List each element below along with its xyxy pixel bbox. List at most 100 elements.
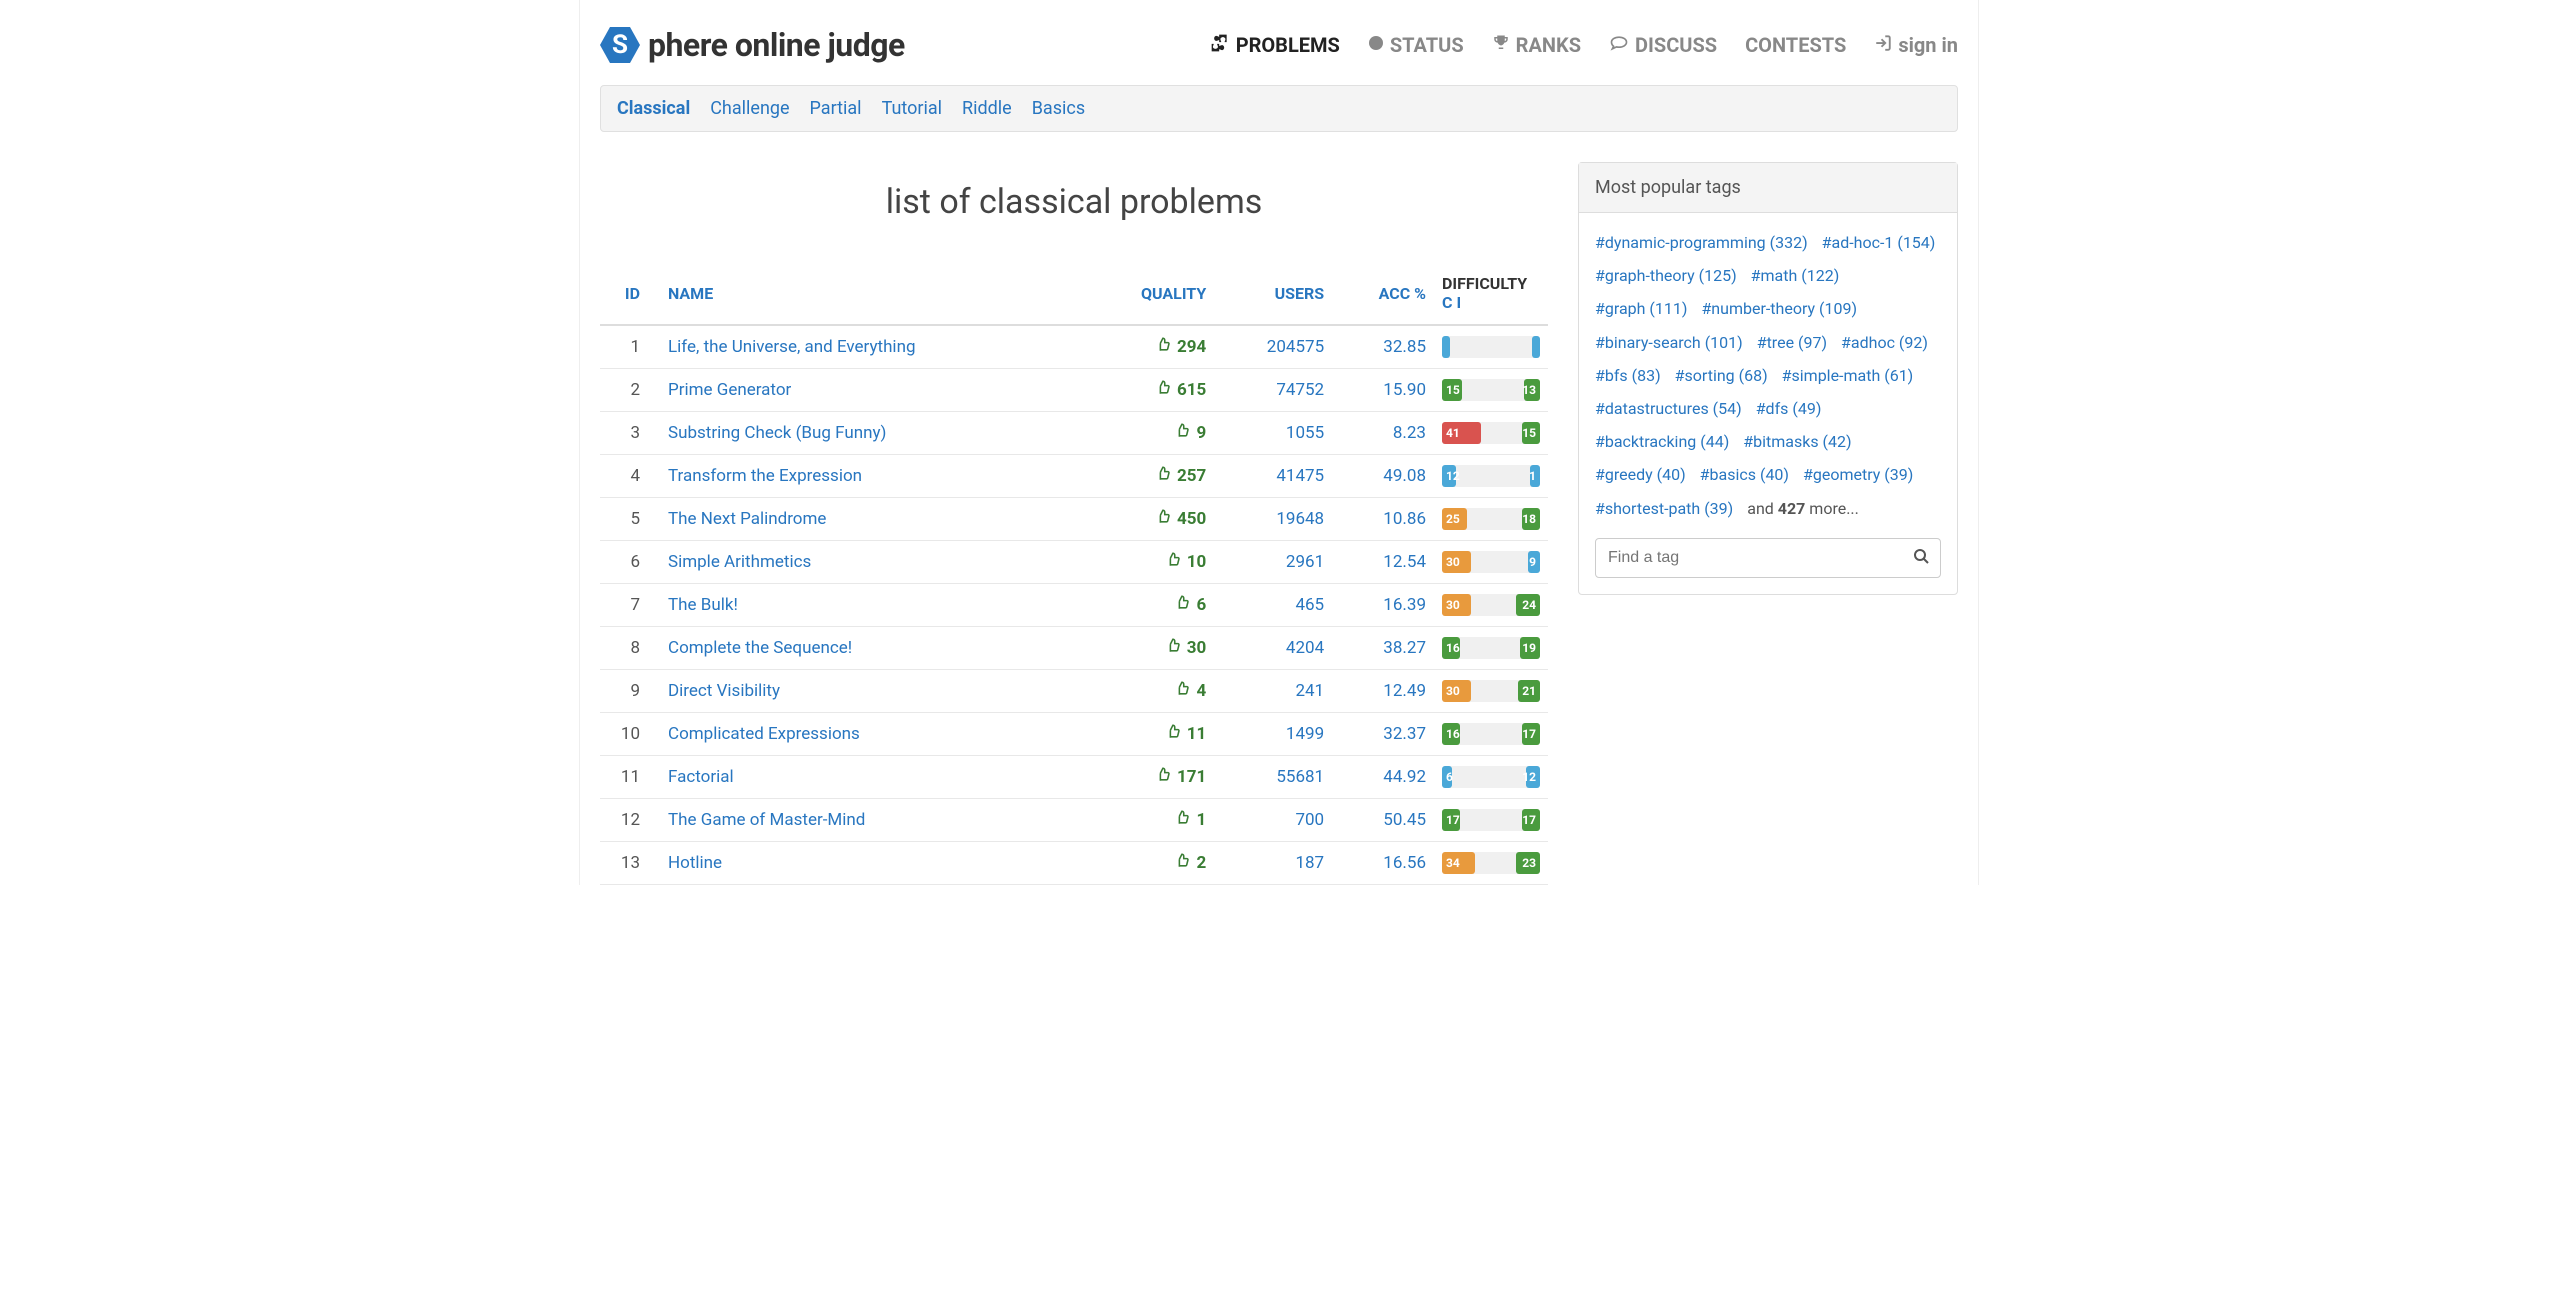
problem-acc[interactable]: 8.23 bbox=[1332, 412, 1434, 455]
nav-discuss[interactable]: DISCUSS bbox=[1609, 33, 1717, 58]
col-id[interactable]: ID bbox=[600, 262, 660, 325]
problem-quality[interactable]: 450 bbox=[1084, 498, 1215, 541]
search-icon[interactable] bbox=[1913, 548, 1929, 568]
subnav-challenge[interactable]: Challenge bbox=[710, 98, 789, 119]
nav-sign-in[interactable]: sign in bbox=[1874, 33, 1958, 57]
tag-link[interactable]: #bitmasks (42) bbox=[1743, 428, 1851, 455]
problem-acc[interactable]: 12.54 bbox=[1332, 541, 1434, 584]
problem-acc[interactable]: 49.08 bbox=[1332, 455, 1434, 498]
problem-acc[interactable]: 50.45 bbox=[1332, 799, 1434, 842]
problem-quality[interactable]: 2 bbox=[1084, 842, 1215, 885]
problem-link[interactable]: The Bulk! bbox=[668, 595, 738, 615]
col-name[interactable]: NAME bbox=[660, 262, 1084, 325]
tag-link[interactable]: #datastructures (54) bbox=[1595, 395, 1742, 422]
problem-acc[interactable]: 32.85 bbox=[1332, 325, 1434, 369]
problem-quality[interactable]: 615 bbox=[1084, 369, 1215, 412]
problem-link[interactable]: Transform the Expression bbox=[668, 466, 862, 486]
problem-link[interactable]: Substring Check (Bug Funny) bbox=[668, 423, 886, 443]
problem-acc[interactable]: 12.49 bbox=[1332, 670, 1434, 713]
puzzle-icon bbox=[1210, 33, 1230, 58]
problem-link[interactable]: Factorial bbox=[668, 767, 734, 787]
problem-users[interactable]: 1499 bbox=[1214, 713, 1332, 756]
problem-acc[interactable]: 16.39 bbox=[1332, 584, 1434, 627]
problem-id: 5 bbox=[600, 498, 660, 541]
problem-users[interactable]: 187 bbox=[1214, 842, 1332, 885]
problem-quality[interactable]: 30 bbox=[1084, 627, 1215, 670]
problem-name: Transform the Expression bbox=[660, 455, 1084, 498]
problem-link[interactable]: The Game of Master-Mind bbox=[668, 810, 865, 830]
problem-name: Hotline bbox=[660, 842, 1084, 885]
subnav-partial[interactable]: Partial bbox=[810, 98, 862, 119]
tag-link[interactable]: #tree (97) bbox=[1757, 329, 1827, 356]
problem-acc[interactable]: 15.90 bbox=[1332, 369, 1434, 412]
problem-quality[interactable]: 294 bbox=[1084, 325, 1215, 369]
problem-link[interactable]: Prime Generator bbox=[668, 380, 791, 400]
subnav-basics[interactable]: Basics bbox=[1032, 98, 1085, 119]
tag-link[interactable]: #graph (111) bbox=[1595, 295, 1687, 322]
tag-link[interactable]: #basics (40) bbox=[1700, 461, 1789, 488]
problem-acc[interactable]: 44.92 bbox=[1332, 756, 1434, 799]
tag-link[interactable]: #binary-search (101) bbox=[1595, 329, 1743, 356]
problem-users[interactable]: 700 bbox=[1214, 799, 1332, 842]
problem-link[interactable]: Direct Visibility bbox=[668, 681, 780, 701]
problem-users[interactable]: 465 bbox=[1214, 584, 1332, 627]
problem-link[interactable]: The Next Palindrome bbox=[668, 509, 826, 529]
problem-users[interactable]: 55681 bbox=[1214, 756, 1332, 799]
tag-link[interactable]: #bfs (83) bbox=[1595, 362, 1661, 389]
problem-users[interactable]: 41475 bbox=[1214, 455, 1332, 498]
tag-link[interactable]: #dynamic-programming (332) bbox=[1595, 229, 1808, 256]
problem-quality[interactable]: 9 bbox=[1084, 412, 1215, 455]
problem-users[interactable]: 74752 bbox=[1214, 369, 1332, 412]
tag-link[interactable]: #dfs (49) bbox=[1756, 395, 1822, 422]
col-users[interactable]: USERS bbox=[1214, 262, 1332, 325]
tag-link[interactable]: #geometry (39) bbox=[1803, 461, 1913, 488]
tag-link[interactable]: #sorting (68) bbox=[1675, 362, 1768, 389]
problem-link[interactable]: Complicated Expressions bbox=[668, 724, 860, 744]
problem-quality[interactable]: 10 bbox=[1084, 541, 1215, 584]
problem-id: 10 bbox=[600, 713, 660, 756]
problem-users[interactable]: 2961 bbox=[1214, 541, 1332, 584]
problem-quality[interactable]: 11 bbox=[1084, 713, 1215, 756]
tag-link[interactable]: #adhoc (92) bbox=[1841, 329, 1928, 356]
main-nav: PROBLEMS STATUS RANKS DISCUSS CONTESTS sign i… bbox=[1210, 33, 1958, 58]
problem-acc[interactable]: 38.27 bbox=[1332, 627, 1434, 670]
tag-search-input[interactable] bbox=[1595, 538, 1941, 578]
tag-link[interactable]: #number-theory (109) bbox=[1701, 295, 1857, 322]
tag-link[interactable]: #ad-hoc-1 (154) bbox=[1822, 229, 1936, 256]
tag-link[interactable]: #shortest-path (39) bbox=[1595, 495, 1733, 522]
problem-acc[interactable]: 32.37 bbox=[1332, 713, 1434, 756]
col-acc[interactable]: ACC % bbox=[1332, 262, 1434, 325]
subnav-classical[interactable]: Classical bbox=[617, 98, 690, 119]
tag-link[interactable]: #simple-math (61) bbox=[1782, 362, 1914, 389]
problem-users[interactable]: 1055 bbox=[1214, 412, 1332, 455]
nav-ranks[interactable]: RANKS bbox=[1492, 33, 1581, 57]
problem-acc[interactable]: 16.56 bbox=[1332, 842, 1434, 885]
problem-quality[interactable]: 1 bbox=[1084, 799, 1215, 842]
problem-users[interactable]: 19648 bbox=[1214, 498, 1332, 541]
logo-text: phere online judge bbox=[648, 26, 905, 64]
problem-link[interactable]: Complete the Sequence! bbox=[668, 638, 852, 658]
problem-acc[interactable]: 10.86 bbox=[1332, 498, 1434, 541]
subnav-riddle[interactable]: Riddle bbox=[962, 98, 1012, 119]
problem-quality[interactable]: 171 bbox=[1084, 756, 1215, 799]
problem-link[interactable]: Simple Arithmetics bbox=[668, 552, 811, 572]
nav-problems[interactable]: PROBLEMS bbox=[1210, 33, 1340, 58]
subnav-tutorial[interactable]: Tutorial bbox=[882, 98, 942, 119]
thumbs-up-icon bbox=[1166, 552, 1181, 572]
nav-contests[interactable]: CONTESTS bbox=[1745, 33, 1846, 57]
logo[interactable]: S phere online judge bbox=[600, 25, 905, 65]
tag-link[interactable]: #graph-theory (125) bbox=[1595, 262, 1737, 289]
problem-users[interactable]: 241 bbox=[1214, 670, 1332, 713]
problem-users[interactable]: 4204 bbox=[1214, 627, 1332, 670]
tag-link[interactable]: #math (122) bbox=[1751, 262, 1840, 289]
problem-quality[interactable]: 6 bbox=[1084, 584, 1215, 627]
problem-link[interactable]: Hotline bbox=[668, 853, 722, 873]
col-quality[interactable]: QUALITY bbox=[1084, 262, 1215, 325]
tag-link[interactable]: #backtracking (44) bbox=[1595, 428, 1729, 455]
problem-link[interactable]: Life, the Universe, and Everything bbox=[668, 337, 916, 357]
problem-quality[interactable]: 257 bbox=[1084, 455, 1215, 498]
tag-link[interactable]: #greedy (40) bbox=[1595, 461, 1686, 488]
nav-status[interactable]: STATUS bbox=[1368, 33, 1464, 57]
problem-users[interactable]: 204575 bbox=[1214, 325, 1332, 369]
problem-quality[interactable]: 4 bbox=[1084, 670, 1215, 713]
